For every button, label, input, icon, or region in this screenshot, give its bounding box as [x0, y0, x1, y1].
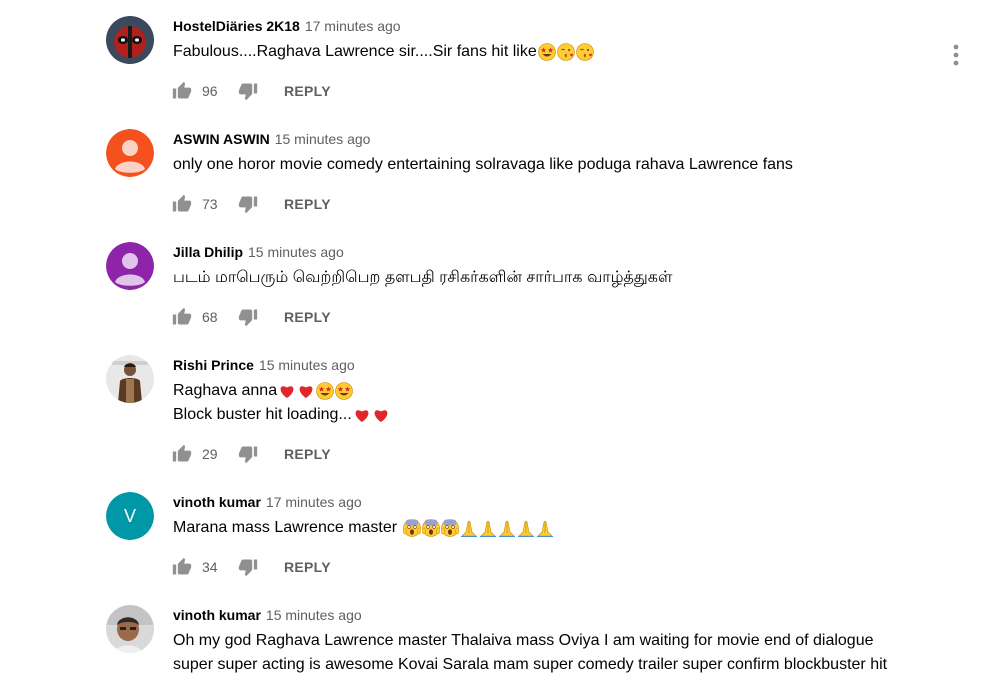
avatar[interactable] — [106, 605, 154, 653]
folded-hands-emoji-icon — [517, 520, 534, 537]
emoji-group — [278, 379, 354, 403]
star-struck-emoji-icon — [316, 381, 334, 400]
thumb-down-icon — [238, 196, 258, 214]
comment-text-line: Marana mass Lawrence master — [173, 519, 402, 537]
screaming-face-emoji-icon — [440, 518, 459, 537]
reply-button[interactable]: REPLY — [284, 309, 331, 325]
comment-action-bar: 68 REPLY — [172, 307, 331, 327]
comment-timestamp[interactable]: 17 minutes ago — [305, 18, 401, 34]
comment-author[interactable]: Rishi Prince — [173, 357, 254, 373]
reply-button[interactable]: REPLY — [284, 559, 331, 575]
thumb-down-icon — [238, 559, 258, 577]
reply-button[interactable]: REPLY — [284, 196, 331, 212]
avatar-letter: V — [106, 492, 154, 540]
comment-timestamp[interactable]: 15 minutes ago — [275, 131, 371, 147]
like-button[interactable] — [172, 557, 192, 577]
folded-hands-emoji-icon — [498, 520, 515, 537]
profile-photo-image — [106, 355, 154, 403]
like-button[interactable] — [172, 307, 192, 327]
red-heart-emoji-icon — [280, 385, 294, 398]
like-button[interactable] — [172, 444, 192, 464]
like-count: 68 — [202, 309, 218, 325]
dislike-button[interactable] — [238, 194, 258, 214]
thumb-up-icon — [172, 307, 192, 325]
comment-text-line: Fabulous....Raghava Lawrence sir....Sir … — [173, 43, 537, 61]
comment-text-line: Block buster hit loading... — [173, 406, 352, 424]
thumb-up-icon — [172, 81, 192, 99]
kissing-heart-emoji-icon — [556, 42, 575, 61]
comment-timestamp[interactable]: 17 minutes ago — [266, 494, 362, 510]
emoji-group — [402, 516, 555, 540]
default-avatar-icon — [106, 242, 154, 290]
comment-text: Fabulous....Raghava Lawrence sir....Sir … — [173, 40, 953, 64]
comment-action-bar: 34 REPLY — [172, 557, 331, 577]
dislike-button[interactable] — [238, 81, 258, 101]
comment-author[interactable]: vinoth kumar — [173, 494, 261, 510]
more-vert-icon — [953, 44, 959, 66]
emoji-group — [537, 40, 595, 64]
comment-timestamp[interactable]: 15 minutes ago — [248, 244, 344, 260]
like-count: 29 — [202, 446, 218, 462]
comment-text: Raghava anna Block buster hit loading... — [173, 379, 953, 427]
comment-author[interactable]: Jilla Dhilip — [173, 244, 243, 260]
folded-hands-emoji-icon — [479, 520, 496, 537]
comment-text-line: Oh my god Raghava Lawrence master Thalai… — [173, 632, 874, 649]
red-heart-emoji-icon — [299, 385, 313, 398]
kissing-heart-emoji-icon — [575, 42, 594, 61]
comment-author[interactable]: vinoth kumar — [173, 607, 261, 623]
dislike-button[interactable] — [238, 444, 258, 464]
more-actions-button[interactable] — [944, 42, 968, 68]
like-count: 73 — [202, 196, 218, 212]
comment-author[interactable]: HostelDiäries 2K18 — [173, 18, 300, 34]
comment-text: படம் மாபெரும் வெற்றிபெற தளபதி ரசிகர்களின… — [173, 266, 953, 290]
dislike-button[interactable] — [238, 307, 258, 327]
folded-hands-emoji-icon — [536, 520, 553, 537]
dislike-button[interactable] — [238, 557, 258, 577]
comment-action-bar: 29 REPLY — [172, 444, 331, 464]
star-struck-emoji-icon — [537, 42, 556, 61]
red-heart-emoji-icon — [374, 410, 388, 422]
reply-button[interactable]: REPLY — [284, 83, 331, 99]
thumb-up-icon — [172, 444, 192, 462]
comment-text-line: Raghava anna — [173, 382, 278, 400]
comment-text: only one horor movie comedy entertaining… — [173, 153, 953, 177]
red-heart-emoji-icon — [355, 410, 369, 422]
comment-text-line: படம் மாபெரும் வெற்றிபெற தளபதி ரசிகர்களின… — [173, 269, 673, 286]
like-count: 96 — [202, 83, 218, 99]
comment-timestamp[interactable]: 15 minutes ago — [259, 357, 355, 373]
comment-timestamp[interactable]: 15 minutes ago — [266, 607, 362, 623]
avatar[interactable] — [106, 242, 154, 290]
comment-action-bar: 96 REPLY — [172, 81, 331, 101]
thumb-up-icon — [172, 557, 192, 575]
comment-action-bar: 73 REPLY — [172, 194, 331, 214]
avatar[interactable] — [106, 355, 154, 403]
like-button[interactable] — [172, 194, 192, 214]
like-button[interactable] — [172, 81, 192, 101]
comments-section: HostelDiäries 2K18 17 minutes ago Fabulou… — [0, 0, 1000, 680]
avatar[interactable] — [106, 129, 154, 177]
thumb-up-icon — [172, 194, 192, 212]
emoji-group — [353, 403, 391, 427]
comment-text-line: only one horor movie comedy entertaining… — [173, 156, 793, 173]
screaming-face-emoji-icon — [421, 518, 440, 537]
comment-text-line: super super acting is awesome Kovai Sara… — [173, 656, 888, 673]
folded-hands-emoji-icon — [460, 520, 477, 537]
avatar[interactable]: V — [106, 492, 154, 540]
thumb-down-icon — [238, 446, 258, 464]
comment-text: Marana mass Lawrence master — [173, 516, 953, 540]
avatar[interactable] — [106, 16, 154, 64]
star-struck-emoji-icon — [335, 381, 353, 400]
comment-text: Oh my god Raghava Lawrence master Thalai… — [173, 629, 953, 677]
thumb-down-icon — [238, 83, 258, 101]
default-avatar-icon — [106, 129, 154, 177]
reply-button[interactable]: REPLY — [284, 446, 331, 462]
thumb-down-icon — [238, 309, 258, 327]
deadpool-avatar-image — [106, 16, 154, 64]
profile-photo-image — [106, 605, 154, 653]
like-count: 34 — [202, 559, 218, 575]
comment-author[interactable]: ASWIN ASWIN — [173, 131, 270, 147]
screaming-face-emoji-icon — [402, 518, 421, 537]
